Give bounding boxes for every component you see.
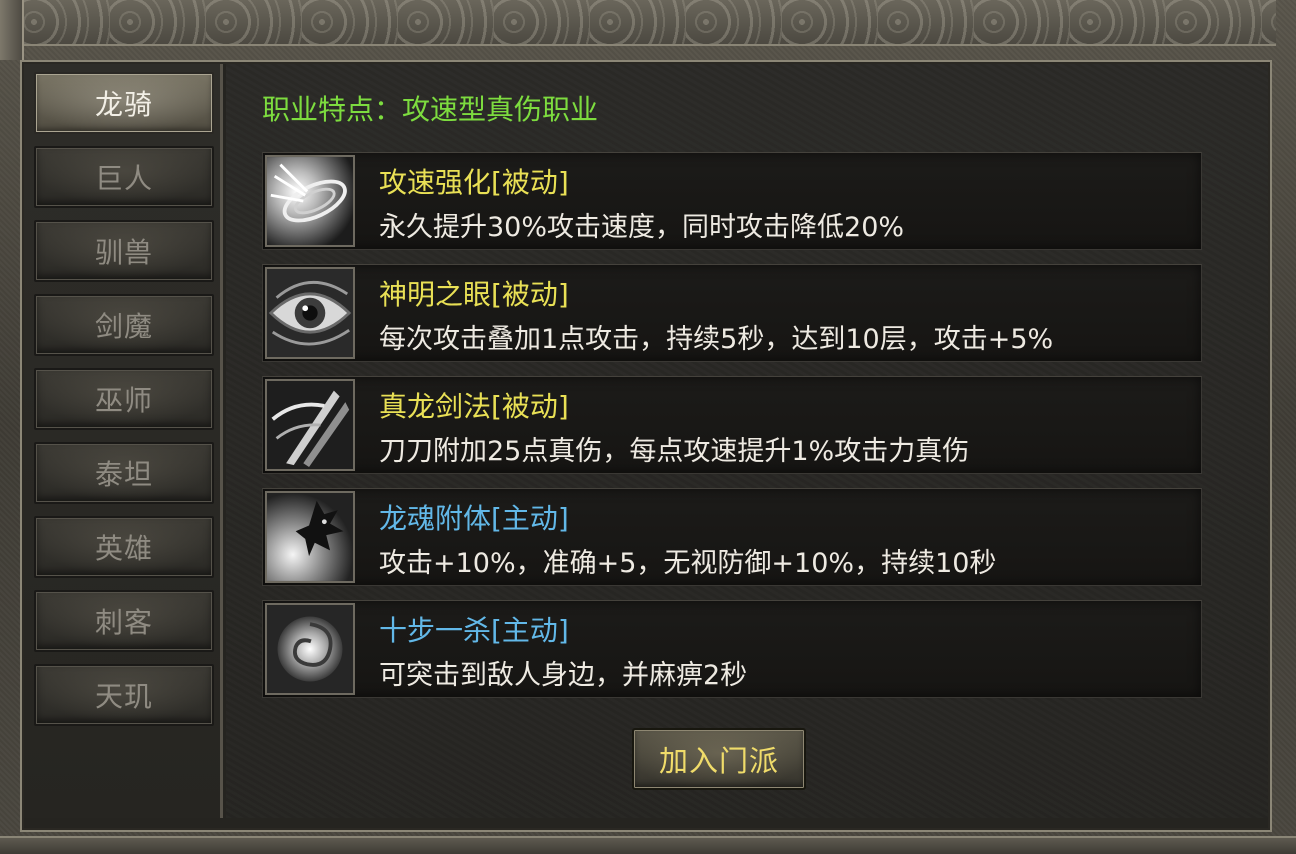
tab-label: 驯兽	[94, 236, 153, 269]
skill-name: 龙魂附体[主动]	[379, 502, 569, 535]
tab-label: 泰坦	[94, 458, 153, 491]
tab-label: 龙骑	[94, 88, 153, 121]
skill-description: 永久提升30%攻击速度，同时攻击降低20%	[379, 212, 905, 243]
skill-description: 可突击到敌人身边，并麻痹2秒	[379, 660, 748, 691]
tab-titan[interactable]: 泰坦	[34, 442, 214, 504]
tab-sword-demon[interactable]: 剑魔	[34, 294, 214, 356]
tab-label: 天玑	[94, 680, 153, 713]
skill-name: 攻速强化[被动]	[379, 166, 569, 199]
tab-beast-tamer[interactable]: 驯兽	[34, 220, 214, 282]
class-detail-panel: 职业特点：攻速型真伤职业 攻速强化[被动] 永久提升30%攻击速度，同时攻击降低…	[226, 64, 1268, 818]
tab-label: 剑魔	[94, 310, 153, 343]
skill-description: 每次攻击叠加1点攻击，持续5秒，达到10层，攻击+5%	[379, 324, 1054, 355]
class-feature-title: 职业特点：攻速型真伤职业	[262, 93, 599, 126]
skill-name: 真龙剑法[被动]	[379, 390, 569, 423]
dragon-soul-icon	[265, 491, 355, 583]
tab-giant[interactable]: 巨人	[34, 146, 214, 208]
game-window: 龙骑 巨人 驯兽 剑魔 巫师 泰坦 英雄 刺客 天玑 职业特点：攻速型真伤职业	[0, 0, 1296, 854]
join-sect-button[interactable]: 加入门派	[632, 728, 806, 790]
blades-icon	[265, 379, 355, 471]
skill-name: 神明之眼[被动]	[379, 278, 569, 311]
skill-description: 刀刀附加25点真伤，每点攻速提升1%攻击力真伤	[379, 436, 970, 467]
tab-dragon-knight[interactable]: 龙骑	[34, 72, 214, 134]
skill-description: 攻击+10%，准确+5，无视防御+10%，持续10秒	[379, 548, 997, 579]
class-sidebar: 龙骑 巨人 驯兽 剑魔 巫师 泰坦 英雄 刺客 天玑	[24, 64, 223, 818]
tab-label: 英雄	[94, 532, 153, 565]
tab-label: 刺客	[94, 606, 153, 639]
skill-row[interactable]: 神明之眼[被动] 每次攻击叠加1点攻击，持续5秒，达到10层，攻击+5%	[262, 264, 1202, 362]
corner-ornament	[0, 0, 24, 60]
tab-hero[interactable]: 英雄	[34, 516, 214, 578]
skill-row[interactable]: 十步一杀[主动] 可突击到敌人身边，并麻痹2秒	[262, 600, 1202, 698]
skill-row[interactable]: 龙魂附体[主动] 攻击+10%，准确+5，无视防御+10%，持续10秒	[262, 488, 1202, 586]
tab-assassin[interactable]: 刺客	[34, 590, 214, 652]
skill-row[interactable]: 真龙剑法[被动] 刀刀附加25点真伤，每点攻速提升1%攻击力真伤	[262, 376, 1202, 474]
skill-name: 十步一杀[主动]	[379, 614, 569, 647]
tab-label: 巨人	[94, 162, 153, 195]
tab-wizard[interactable]: 巫师	[34, 368, 214, 430]
top-ornament-border	[14, 0, 1276, 46]
skill-row[interactable]: 攻速强化[被动] 永久提升30%攻击速度，同时攻击降低20%	[262, 152, 1202, 250]
tab-tianji[interactable]: 天玑	[34, 664, 214, 726]
join-sect-button-label: 加入门派	[658, 744, 779, 778]
speed-burst-icon	[265, 155, 355, 247]
bottom-border	[0, 836, 1296, 854]
swirl-icon	[265, 603, 355, 695]
tab-label: 巫师	[94, 384, 153, 417]
eye-icon	[265, 267, 355, 359]
